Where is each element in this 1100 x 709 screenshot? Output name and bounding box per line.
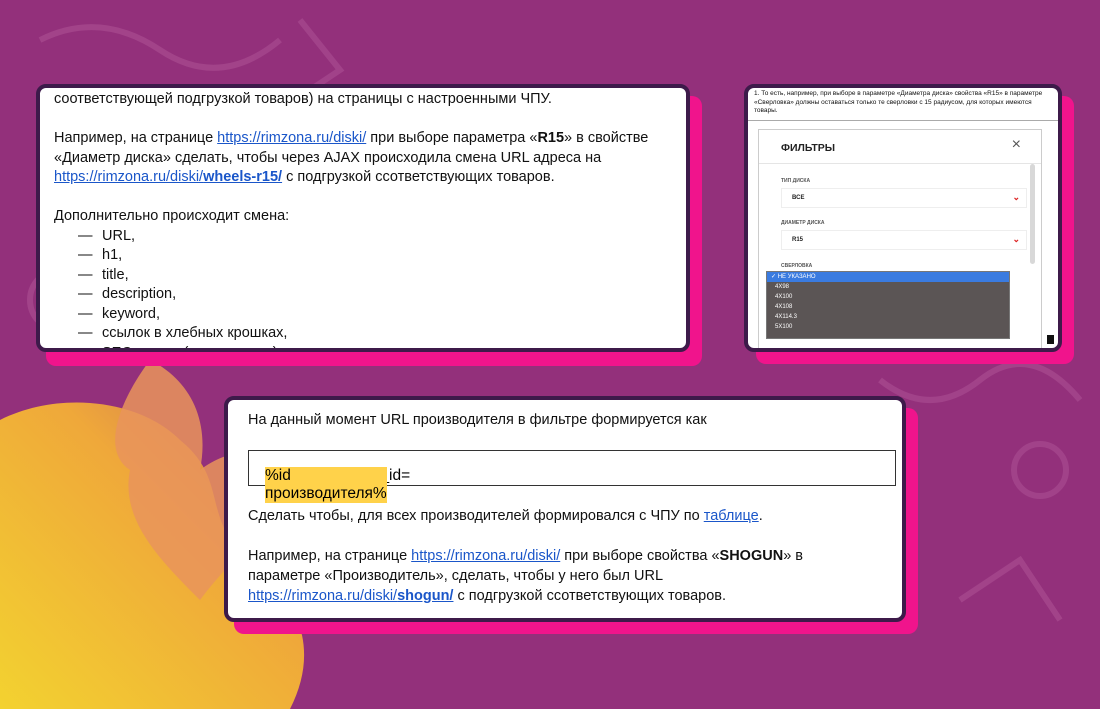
dropdown-option[interactable]: 4X108 [767, 302, 1009, 312]
dropdown-option[interactable]: 4X100 [767, 292, 1009, 302]
scrollbar[interactable] [1030, 164, 1035, 264]
label-disk-diameter: ДИАМЕТР ДИСКА [781, 220, 825, 226]
document-card-manufacturer: На данный момент URL производителя в фил… [224, 396, 906, 622]
paragraph-current-url: На данный момент URL производителя в фил… [248, 412, 707, 428]
button-fragment [1047, 335, 1054, 344]
drilling-dropdown[interactable]: ✓ НЕ УКАЗАНО 4X98 4X100 4X108 4X114.3 5X… [766, 271, 1010, 339]
url-code-box: vs_manufacturer_id=%id производителя% [248, 450, 896, 503]
list-item: description, [78, 285, 676, 305]
close-icon[interactable]: × [1012, 136, 1021, 154]
select-disk-type[interactable]: ВСЕ ⌄ [781, 188, 1027, 208]
paragraph-example: Например, на странице https://rimzona.ru… [54, 130, 649, 185]
label-drilling: СВЕРЛОВКА [781, 263, 813, 269]
dropdown-option[interactable]: 4X114.3 [767, 312, 1009, 322]
list-item: SEO текста (при наличии) [78, 344, 676, 349]
select-disk-diameter[interactable]: R15 ⌄ [781, 230, 1027, 250]
chevron-down-icon: ⌄ [1012, 234, 1020, 244]
paragraph-intro: соответствующей подгрузкой товаров) на с… [54, 91, 552, 107]
link-diski[interactable]: https://rimzona.ru/diski/ [411, 548, 560, 564]
list-item: ссылок в хлебных крошках, [78, 324, 676, 344]
filter-panel-title: ФИЛЬТРЫ [781, 142, 836, 154]
chevron-down-icon: ⌄ [1012, 192, 1020, 202]
list-item: title, [78, 266, 676, 286]
highlight: %id производителя% [265, 467, 387, 503]
link-wheels-r15[interactable]: https://rimzona.ru/diski/wheels-r15/ [54, 169, 282, 185]
dropdown-option[interactable]: 4X98 [767, 282, 1009, 292]
note-text: 1. То есть, например, при выборе в парам… [754, 90, 1043, 114]
divider [759, 163, 1041, 164]
paragraph-example-shogun: Например, на странице https://rimzona.ru… [248, 548, 803, 604]
dropdown-option[interactable]: 5X100 [767, 322, 1009, 332]
label-disk-type: ТИП ДИСКА [781, 178, 811, 184]
link-diski[interactable]: https://rimzona.ru/diski/ [217, 130, 366, 146]
link-shogun[interactable]: https://rimzona.ru/diski/shogun/ [248, 588, 453, 604]
changes-list: URL, h1, title, description, keyword, сс… [54, 227, 676, 349]
list-item: h1, [78, 246, 676, 266]
list-item: URL, [78, 227, 676, 247]
paragraph-changes-title: Дополнительно происходит смена: [54, 208, 290, 224]
dropdown-option[interactable]: ✓ НЕ УКАЗАНО [767, 272, 1009, 282]
screenshot-card-filter-panel: 1. То есть, например, при выборе в парам… [744, 84, 1062, 352]
document-card-filters: соответствующей подгрузкой товаров) на с… [36, 84, 690, 352]
link-table[interactable]: таблице [704, 508, 759, 524]
paragraph-table: Сделать чтобы, для всех производителей ф… [248, 508, 763, 524]
list-item: keyword, [78, 305, 676, 325]
divider [748, 120, 1058, 121]
